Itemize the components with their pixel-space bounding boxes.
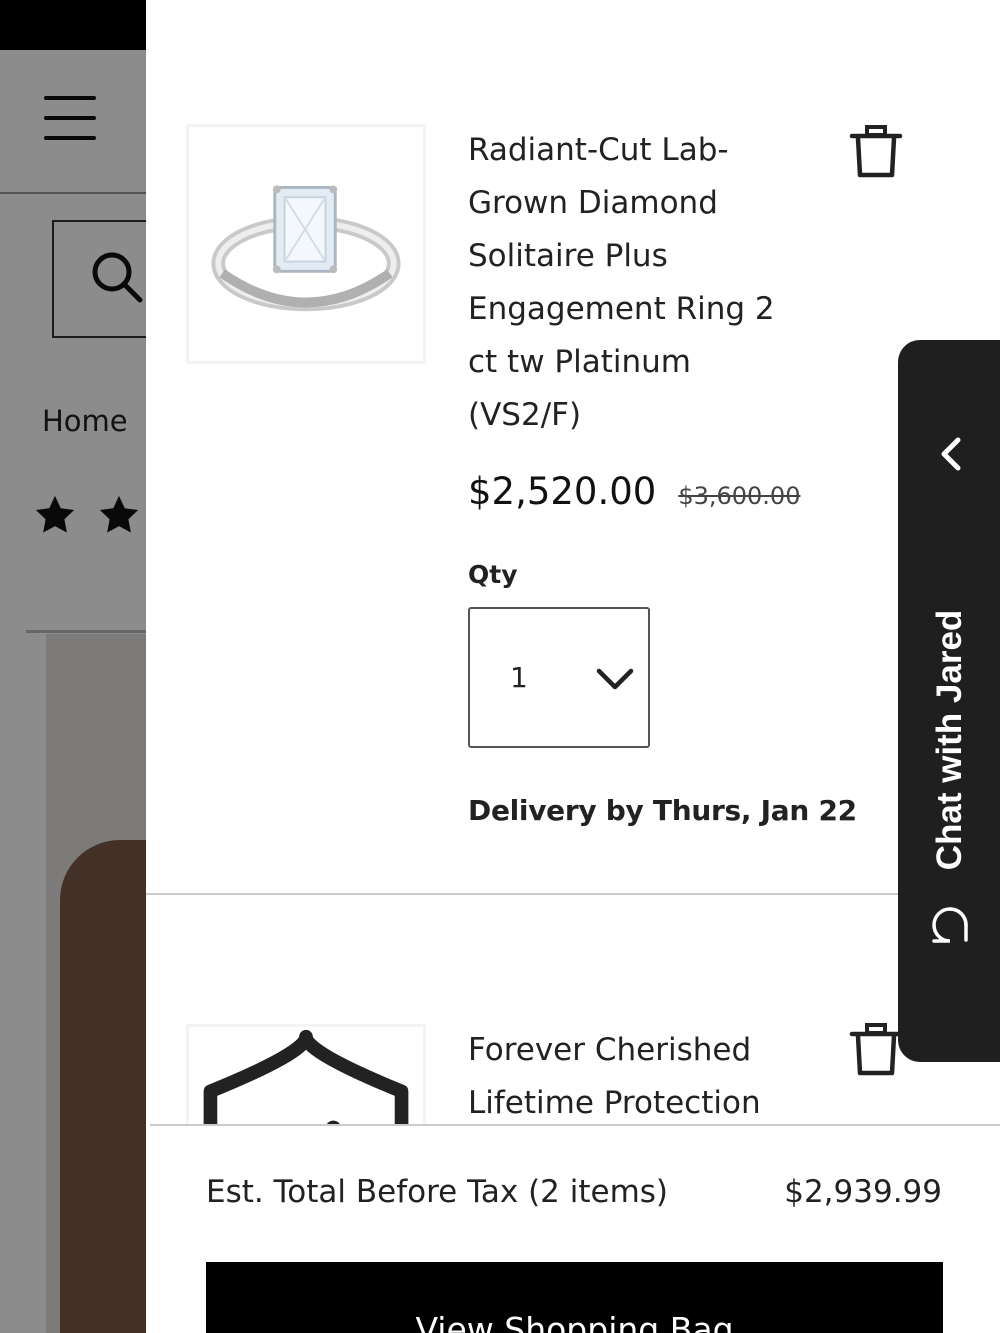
view-shopping-bag-button[interactable]: View Shopping Bag	[206, 1262, 943, 1333]
total-value: $2,939.99	[784, 1174, 942, 1210]
chat-with-jared-tab[interactable]: Chat with Jared	[898, 340, 1000, 1062]
total-label: Est. Total Before Tax (2 items)	[206, 1174, 669, 1210]
product-title[interactable]: Forever Cherished Lifetime Protection	[468, 1024, 808, 1130]
chevron-left-icon[interactable]	[938, 436, 964, 472]
cart-drawer: Radiant-Cut Lab-Grown Diamond Solitaire …	[146, 0, 1000, 1333]
cart-item: Forever Cherished Lifetime Protection	[146, 0, 1000, 1264]
chat-bubble-icon	[932, 907, 968, 943]
chat-label: Chat with Jared	[930, 609, 969, 871]
cart-footer: Est. Total Before Tax (2 items) $2,939.9…	[150, 1124, 1000, 1333]
trash-icon[interactable]	[848, 1022, 904, 1078]
